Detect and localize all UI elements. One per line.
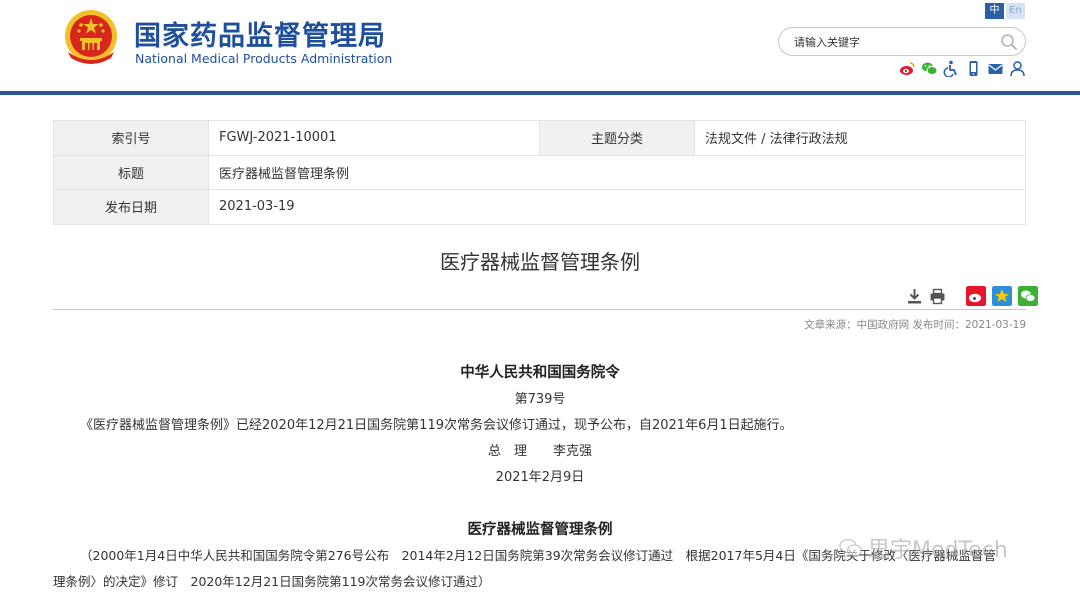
site-header: 国家药品监督管理局 National Medical Products Admi… bbox=[0, 0, 1080, 92]
order-title: 中华人民共和国国务院令 bbox=[460, 365, 620, 381]
title-label: 标题 bbox=[53, 154, 209, 190]
publish-date-value: 2021-03-19 bbox=[208, 189, 1026, 225]
print-icon[interactable] bbox=[929, 288, 946, 305]
wechat-watermark-icon bbox=[839, 538, 863, 557]
wechat-icon[interactable] bbox=[921, 60, 938, 77]
source-info: 文章来源：中国政府网 发布时间：2021-03-19 bbox=[804, 319, 1026, 331]
language-switch: 中 En bbox=[985, 3, 1025, 19]
table-row: 标题 医疗器械监督管理条例 bbox=[53, 154, 1026, 190]
publish-date-label: 发布日期 bbox=[53, 189, 209, 225]
metadata-table: 索引号 FGWJ-2021-10001 主题分类 法规文件 / 法律行政法规 标… bbox=[53, 120, 1026, 225]
utility-icons bbox=[899, 60, 1026, 77]
lang-english-button[interactable]: En bbox=[1006, 3, 1025, 19]
weibo-share-icon[interactable] bbox=[966, 286, 986, 306]
accessibility-icon[interactable] bbox=[943, 60, 960, 77]
index-number-label: 索引号 bbox=[53, 120, 209, 156]
table-row: 索引号 FGWJ-2021-10001 主题分类 法规文件 / 法律行政法规 bbox=[53, 120, 1026, 156]
watermark-text: 思宇MedTech bbox=[868, 538, 1008, 563]
national-emblem-icon[interactable] bbox=[62, 8, 120, 68]
signature: 总 理 李克强 bbox=[487, 444, 592, 459]
document-tools bbox=[906, 286, 1038, 306]
document-title: 医疗器械监督管理条例 bbox=[440, 250, 640, 274]
mail-icon[interactable] bbox=[987, 60, 1004, 77]
announcement-text: 《医疗器械监督管理条例》已经2020年12月21日国务院第119次常务会议修订通… bbox=[80, 418, 793, 433]
user-icon[interactable] bbox=[1009, 60, 1026, 77]
search-box bbox=[778, 27, 1026, 56]
search-input[interactable] bbox=[794, 35, 994, 50]
history-line-2: 理条例〉的决定》修订 2020年12月21日国务院第119次常务会议修订通过） bbox=[53, 574, 491, 589]
download-icon[interactable] bbox=[906, 288, 923, 305]
index-number-value: FGWJ-2021-10001 bbox=[208, 120, 540, 156]
title-value: 医疗器械监督管理条例 bbox=[208, 154, 1026, 190]
mobile-icon[interactable] bbox=[965, 60, 982, 77]
site-title-cn[interactable]: 国家药品监督管理局 bbox=[134, 14, 386, 53]
topic-category-label: 主题分类 bbox=[539, 120, 695, 156]
search-icon[interactable] bbox=[1000, 33, 1018, 51]
table-row: 发布日期 2021-03-19 bbox=[53, 189, 1026, 225]
watermark: 思宇MedTech bbox=[838, 532, 1008, 564]
lang-chinese-button[interactable]: 中 bbox=[985, 3, 1004, 19]
header-divider bbox=[0, 91, 1080, 95]
order-date: 2021年2月9日 bbox=[495, 470, 585, 485]
topic-category-value: 法规文件 / 法律行政法规 bbox=[694, 120, 1026, 156]
qzone-share-icon[interactable] bbox=[992, 286, 1012, 306]
title-divider bbox=[53, 309, 1026, 310]
wechat-share-icon[interactable] bbox=[1018, 286, 1038, 306]
site-title-en[interactable]: National Medical Products Administration bbox=[135, 51, 392, 66]
weibo-icon[interactable] bbox=[899, 60, 916, 77]
order-number: 第739号 bbox=[514, 392, 566, 407]
